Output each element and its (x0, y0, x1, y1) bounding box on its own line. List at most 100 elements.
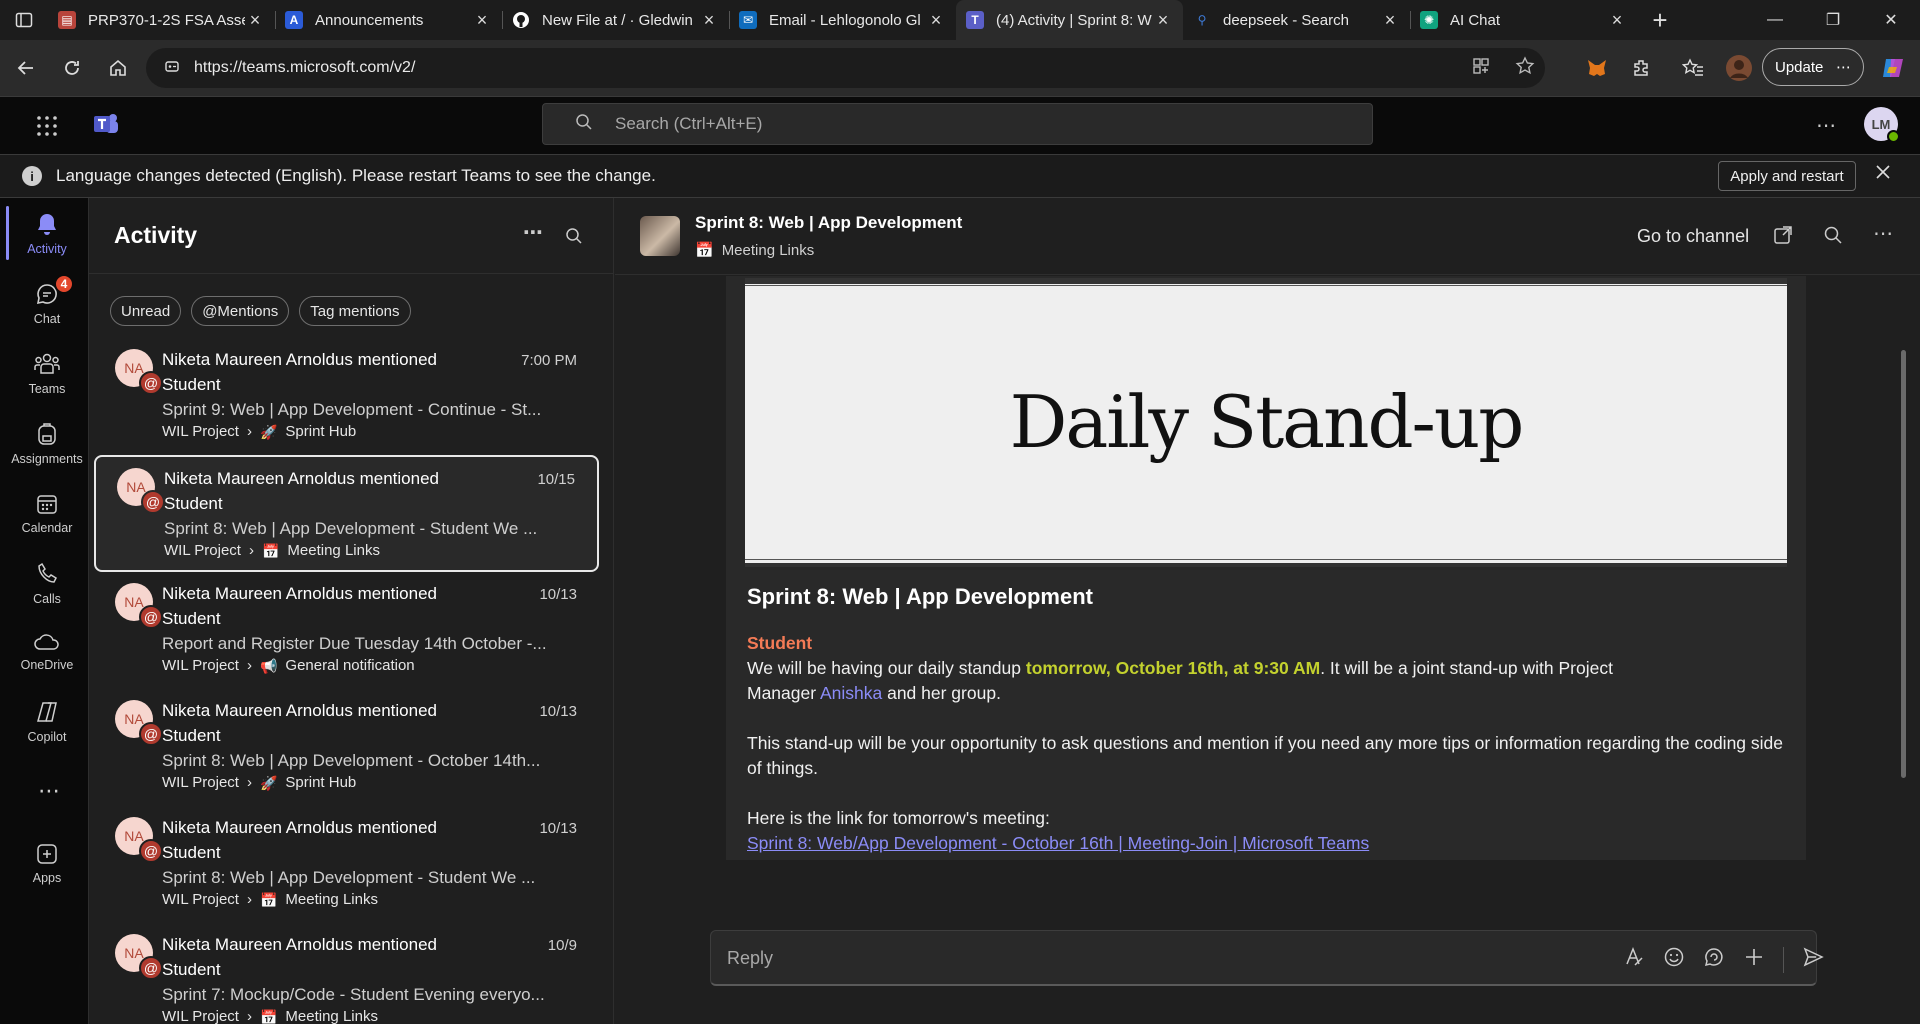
browser-tab[interactable]: ▤ PRP370-1-2S FSA Asse × (48, 0, 275, 40)
chevron-right-icon: › (246, 1008, 252, 1024)
outlook-icon: ✉ (739, 11, 757, 29)
filter-unread[interactable]: Unread (110, 296, 182, 326)
close-window-icon[interactable]: ✕ (1862, 0, 1920, 40)
activity-sender: Niketa Maureen Arnoldus mentioned Studen… (162, 701, 437, 745)
close-tab-icon[interactable]: × (926, 10, 946, 31)
go-to-channel-button[interactable]: Go to channel (1637, 226, 1749, 247)
activity-item[interactable]: NA @ Niketa Maureen Arnoldus mentioned S… (94, 923, 599, 1024)
close-banner-icon[interactable] (1874, 163, 1892, 186)
tag-mention[interactable]: Student (747, 633, 812, 653)
rail-calendar[interactable]: Calendar (8, 482, 86, 544)
new-tab-button[interactable]: + (1637, 0, 1683, 40)
chevron-right-icon: › (248, 542, 254, 559)
pop-out-icon[interactable] (1773, 225, 1793, 250)
back-icon[interactable] (3, 48, 49, 88)
apply-and-restart-button[interactable]: Apply and restart (1718, 161, 1856, 191)
user-avatar[interactable]: LM (1864, 107, 1900, 143)
channel-name: Meeting Links (285, 1008, 378, 1024)
activity-item-selected[interactable]: NA @ Niketa Maureen Arnoldus mentioned S… (94, 455, 599, 572)
filter-mentions[interactable]: @Mentions (191, 296, 290, 326)
site-info-icon[interactable] (164, 58, 180, 79)
calendar-icon: 📅 (259, 892, 278, 908)
reply-placeholder: Reply (727, 948, 774, 968)
rail-label: Teams (28, 381, 66, 396)
browser-tab[interactable]: New File at / · Gledwin × (502, 0, 729, 40)
more-apps-icon[interactable]: ⋯ (38, 778, 60, 804)
refresh-icon[interactable] (49, 48, 95, 88)
restore-icon[interactable]: ❐ (1804, 0, 1862, 40)
rail-chat[interactable]: 4 Chat (8, 272, 86, 334)
rail-teams[interactable]: Teams (8, 342, 86, 404)
browser-tab-active[interactable]: T (4) Activity | Sprint 8: W × (956, 0, 1183, 40)
bell-icon (38, 213, 56, 235)
conversation-scrollbar[interactable] (1901, 350, 1906, 778)
rail-copilot[interactable]: Copilot (8, 690, 86, 752)
close-tab-icon[interactable]: × (1380, 10, 1400, 31)
channel-name: Sprint Hub (285, 423, 357, 440)
activity-item[interactable]: NA @ Niketa Maureen Arnoldus mentioned S… (94, 806, 599, 923)
address-bar[interactable]: https://teams.microsoft.com/v2/ (146, 48, 1545, 88)
browser-tab[interactable]: ⚲ deepseek - Search × (1183, 0, 1410, 40)
home-icon[interactable] (95, 48, 141, 88)
conversation-search-icon[interactable] (1823, 225, 1843, 250)
rail-assignments[interactable]: Assignments (8, 412, 86, 474)
app-launcher-icon[interactable] (36, 115, 58, 142)
rail-activity[interactable]: Activity (6, 202, 86, 264)
profile-avatar[interactable] (1724, 48, 1754, 88)
conversation-channel[interactable]: 📅 Meeting Links (695, 241, 814, 260)
activity-more-icon[interactable]: ⋯ (523, 223, 543, 251)
calendar-icon: 📅 (261, 543, 280, 559)
activity-search-icon[interactable] (565, 224, 583, 251)
close-tab-icon[interactable]: × (245, 10, 265, 31)
conversation-pane: Sprint 8: Web | App Development 📅 Meetin… (615, 198, 1920, 1024)
format-icon[interactable] (1623, 946, 1645, 973)
activity-item[interactable]: NA @ Niketa Maureen Arnoldus mentioned S… (94, 338, 599, 455)
extensions-icon[interactable] (1626, 48, 1656, 88)
megaphone-icon: 📢 (259, 658, 278, 674)
tab-actions-icon[interactable] (0, 0, 48, 40)
emoji-icon[interactable] (1663, 946, 1685, 973)
activity-location: WIL Project › 📅 Meeting Links (162, 890, 599, 910)
browser-tab[interactable]: ✺ AI Chat × (1410, 0, 1637, 40)
teams-header: Search (Ctrl+Alt+E) ⋯ LM (0, 96, 1920, 154)
activity-item[interactable]: NA @ Niketa Maureen Arnoldus mentioned S… (94, 572, 599, 689)
settings-more-icon[interactable]: ⋯ (1816, 113, 1836, 138)
rail-onedrive[interactable]: OneDrive (8, 620, 86, 682)
close-tab-icon[interactable]: × (699, 10, 719, 31)
filter-tag-mentions[interactable]: Tag mentions (299, 296, 411, 326)
close-tab-icon[interactable]: × (1607, 10, 1627, 31)
favorites-icon[interactable] (1678, 48, 1708, 88)
close-tab-icon[interactable]: × (1153, 10, 1173, 31)
more-icon[interactable]: ⋯ (1836, 58, 1851, 76)
loop-component-icon[interactable] (1703, 946, 1725, 973)
copilot-icon (37, 701, 57, 722)
activity-time: 7:00 PM (521, 352, 577, 369)
minimize-icon[interactable]: — (1746, 0, 1804, 40)
app-available-icon[interactable] (1471, 56, 1491, 81)
update-button[interactable]: Update ⋯ (1762, 48, 1864, 86)
teams-search-input[interactable]: Search (Ctrl+Alt+E) (542, 103, 1373, 145)
activity-preview: Sprint 8: Web | App Development - Octobe… (162, 751, 541, 770)
close-tab-icon[interactable]: × (472, 10, 492, 31)
browser-tab[interactable]: A Announcements × (275, 0, 502, 40)
rail-apps[interactable]: Apps (8, 832, 86, 894)
rail-calls[interactable]: Calls (8, 552, 86, 614)
conversation-more-icon[interactable]: ⋯ (1873, 224, 1893, 250)
phone-icon (38, 562, 57, 583)
banner-heading: Daily Stand-up (1009, 380, 1525, 464)
browser-tab-strip: ▤ PRP370-1-2S FSA Asse × A Announcements… (0, 0, 1920, 40)
attach-plus-icon[interactable] (1743, 946, 1765, 973)
post-body: Sprint 8: Web | App Development Student … (747, 584, 1787, 856)
activity-item[interactable]: NA @ Niketa Maureen Arnoldus mentioned S… (94, 689, 599, 806)
metamask-extension-icon[interactable] (1582, 48, 1612, 88)
activity-location: WIL Project › 📅 Meeting Links (162, 1007, 599, 1024)
meeting-join-link[interactable]: Sprint 8: Web/App Development - October … (747, 833, 1369, 853)
reply-box[interactable]: Reply (710, 930, 1824, 986)
activity-preview: Sprint 9: Web | App Development - Contin… (162, 400, 542, 419)
favorite-star-icon[interactable] (1515, 55, 1535, 81)
send-icon[interactable] (1802, 946, 1824, 973)
browser-tab[interactable]: ✉ Email - Lehlogonolo Gl × (729, 0, 956, 40)
copilot-browser-icon[interactable] (1878, 48, 1908, 88)
activity-time: 10/13 (539, 703, 577, 720)
person-mention[interactable]: Anishka (820, 683, 882, 703)
